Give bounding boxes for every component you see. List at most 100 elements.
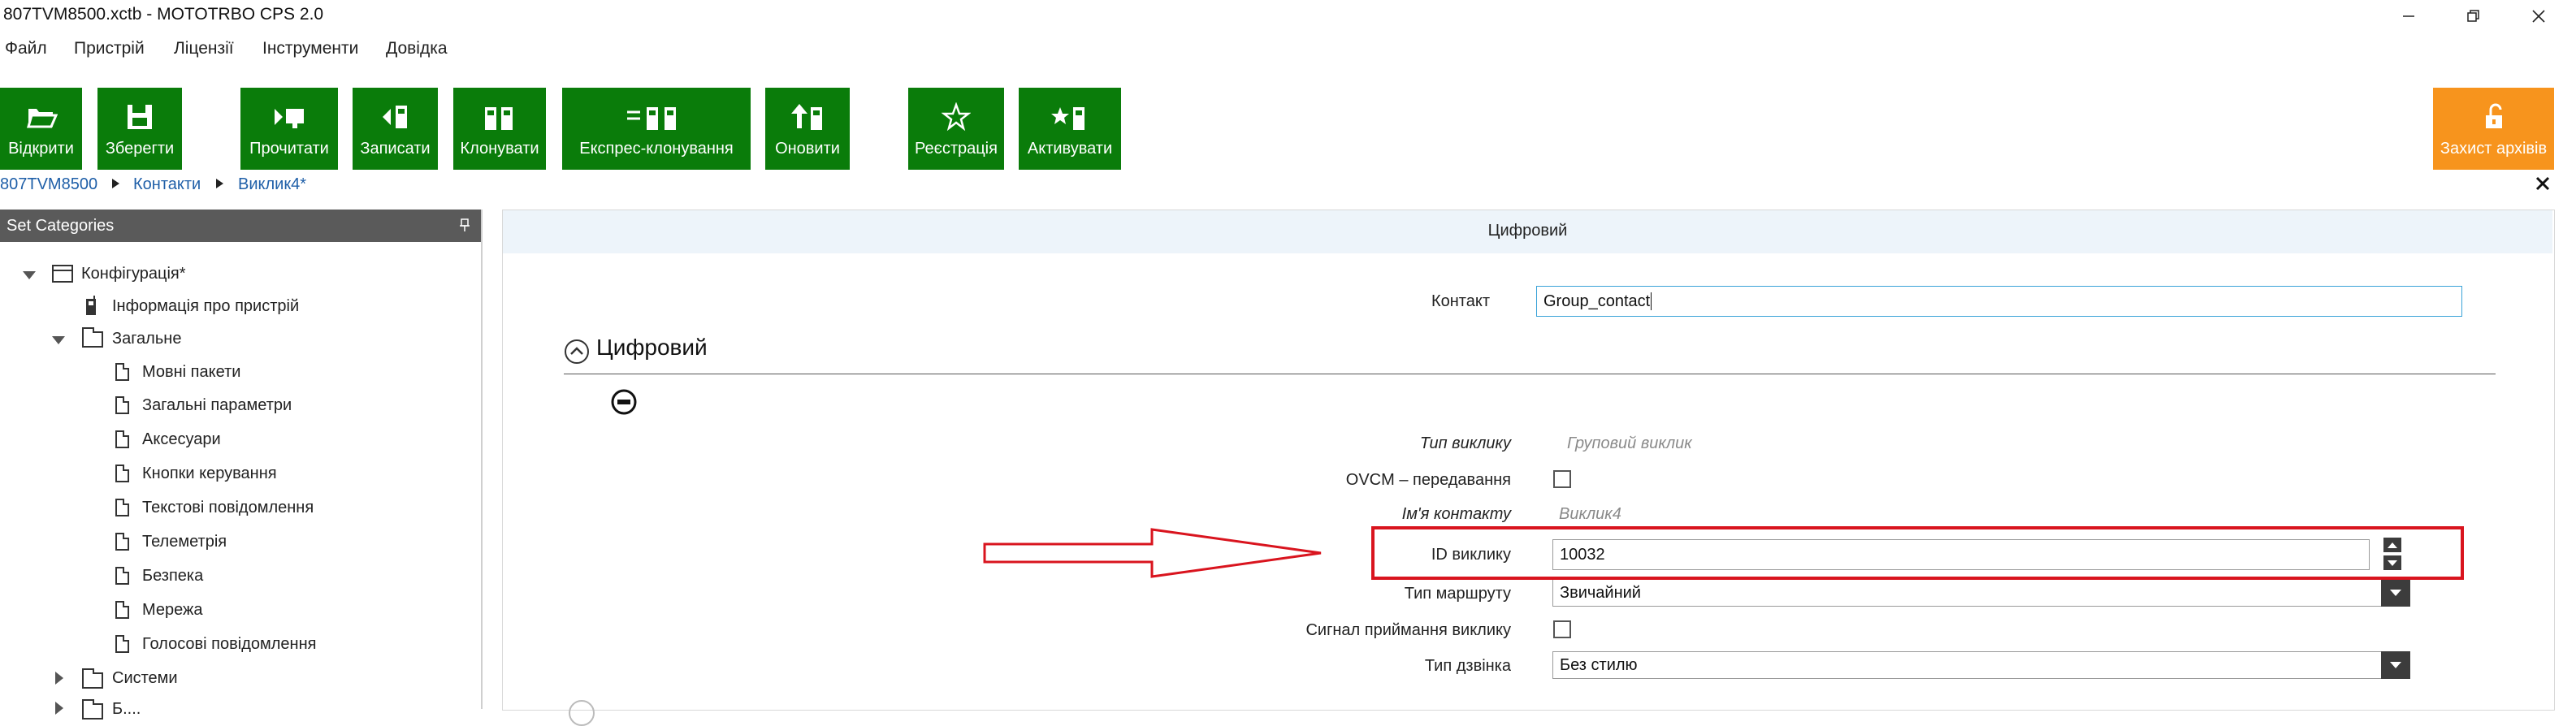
chevron-down-icon: [2390, 662, 2401, 668]
close-window-button[interactable]: [2516, 0, 2561, 32]
breadcrumb-separator-icon: [216, 179, 223, 188]
section-header: Цифровий: [503, 210, 2552, 253]
update-icon: [791, 104, 822, 130]
tree-item-accessories[interactable]: Аксесуари: [142, 430, 221, 449]
config-icon: [52, 263, 73, 287]
menu-help[interactable]: Довідка: [386, 39, 448, 58]
breadcrumb-separator-icon: [112, 179, 119, 188]
tree-item-network[interactable]: Мережа: [142, 601, 203, 620]
close-tab-button[interactable]: [2535, 175, 2551, 196]
clone-label: Клонувати: [460, 140, 539, 158]
ring-type-label: Тип дзвінка: [1424, 657, 1511, 675]
restore-icon: [2467, 10, 2479, 22]
read-label: Прочитати: [249, 140, 329, 158]
document-icon: [115, 567, 129, 585]
document-icon: [115, 533, 129, 551]
activate-icon: [1051, 107, 1085, 130]
tree-item-device-info[interactable]: Інформація про пристрій: [112, 297, 299, 316]
collapse-group-button[interactable]: [564, 339, 590, 369]
breadcrumb-radio[interactable]: 807TVM8500: [0, 175, 97, 194]
tree-item-general[interactable]: Загальне: [112, 330, 181, 348]
activate-button[interactable]: Активувати: [1019, 88, 1121, 170]
menu-tools[interactable]: Інструменти: [262, 39, 358, 58]
breadcrumb-contacts[interactable]: Контакти: [133, 175, 201, 194]
tree-item-security[interactable]: Безпека: [142, 567, 203, 586]
tree-item-config[interactable]: Конфігурація*: [81, 265, 186, 283]
clone-radios-icon: [485, 107, 513, 130]
collapse-group-icon[interactable]: [569, 700, 595, 726]
group-title: Цифровий: [596, 335, 708, 360]
minus-circle-button[interactable]: [610, 388, 638, 420]
document-icon: [115, 465, 129, 482]
tree-item-control-buttons[interactable]: Кнопки керування: [142, 465, 277, 483]
expand-arrow-icon[interactable]: [23, 271, 36, 279]
menu-file[interactable]: Файл: [5, 39, 47, 58]
breadcrumb-call[interactable]: Виклик4*: [238, 175, 306, 194]
write-label: Записати: [360, 140, 431, 158]
document-icon: [115, 601, 129, 619]
ovcm-checkbox[interactable]: [1553, 470, 1571, 488]
contact-name-label: Ім'я контакту: [1401, 505, 1511, 523]
write-radio-icon: [382, 106, 407, 128]
tree-item-text-messages[interactable]: Текстові повідомлення: [142, 499, 314, 517]
contact-input-value: Group_contact: [1543, 292, 1651, 310]
open-label: Відкрити: [8, 140, 74, 158]
ring-type-dropdown-button[interactable]: [2381, 651, 2410, 679]
restore-button[interactable]: [2451, 0, 2496, 32]
call-receive-alert-checkbox[interactable]: [1553, 620, 1571, 638]
collapsed-arrow-icon[interactable]: [55, 702, 63, 715]
read-radio-icon: [275, 109, 304, 128]
tree-item-language-packs[interactable]: Мовні пакети: [142, 363, 240, 382]
express-clone-button[interactable]: Експрес-клонування: [562, 88, 751, 170]
save-button[interactable]: Зберегти: [97, 88, 182, 170]
update-label: Оновити: [775, 140, 840, 158]
express-clone-icon: [627, 107, 676, 130]
categories-title: Set Categories: [6, 217, 115, 235]
register-button[interactable]: Реєстрація: [908, 88, 1004, 170]
update-button[interactable]: Оновити: [765, 88, 850, 170]
folder-open-icon: [82, 327, 103, 348]
tree-item-cut-off[interactable]: Б....: [112, 700, 141, 719]
clone-button[interactable]: Клонувати: [453, 88, 546, 170]
expand-arrow-icon[interactable]: [52, 336, 65, 344]
star-outline-icon: [942, 102, 971, 132]
call-receive-alert-label: Сигнал приймання виклику: [1305, 621, 1511, 639]
ring-type-value: Без стилю: [1560, 655, 1638, 674]
document-icon: [115, 635, 129, 653]
save-icon: [128, 105, 152, 129]
archive-protect-label: Захист архівів: [2440, 140, 2548, 158]
menu-licenses[interactable]: Ліцензії: [174, 39, 234, 58]
open-button[interactable]: Відкрити: [0, 88, 82, 170]
archive-protect-button[interactable]: Захист архівів: [2433, 88, 2554, 170]
folder-open-icon: [26, 109, 58, 128]
ring-type-select[interactable]: Без стилю: [1552, 651, 2410, 679]
folder-icon: [82, 668, 103, 689]
close-icon: [2532, 10, 2545, 23]
content-panel: [502, 210, 2555, 711]
read-button[interactable]: Прочитати: [240, 88, 338, 170]
tree-item-general-params[interactable]: Загальні параметри: [142, 396, 292, 415]
pin-icon[interactable]: [458, 218, 471, 236]
chevron-up-circle-icon: [565, 339, 589, 364]
folder-icon: [82, 699, 103, 720]
minimize-button[interactable]: [2386, 0, 2431, 32]
contact-name-value: Виклик4: [1559, 505, 1621, 523]
route-type-dropdown-button[interactable]: [2381, 579, 2410, 607]
minimize-icon: [2403, 15, 2414, 17]
document-icon: [115, 430, 129, 448]
contact-input[interactable]: Group_contact: [1536, 286, 2462, 317]
tree-item-systems[interactable]: Системи: [112, 669, 178, 688]
write-button[interactable]: Записати: [353, 88, 438, 170]
document-icon: [115, 396, 129, 414]
ovcm-label: OVCM – передавання: [1345, 471, 1511, 489]
collapsed-arrow-icon[interactable]: [55, 672, 63, 685]
tree-item-telemetry[interactable]: Телеметрія: [142, 533, 227, 551]
close-icon: [2535, 176, 2550, 191]
call-type-value: Груповий виклик: [1567, 434, 1692, 452]
tree-item-voice-messages[interactable]: Голосові повідомлення: [142, 635, 316, 654]
save-label: Зберегти: [105, 140, 175, 158]
route-type-select[interactable]: Звичайний: [1552, 579, 2410, 607]
title-bar: 807TVM8500.xctb - MOTOTRBO CPS 2.0: [0, 0, 2576, 32]
menu-device[interactable]: Пристрій: [74, 39, 145, 58]
annotation-arrow: [983, 528, 1322, 578]
